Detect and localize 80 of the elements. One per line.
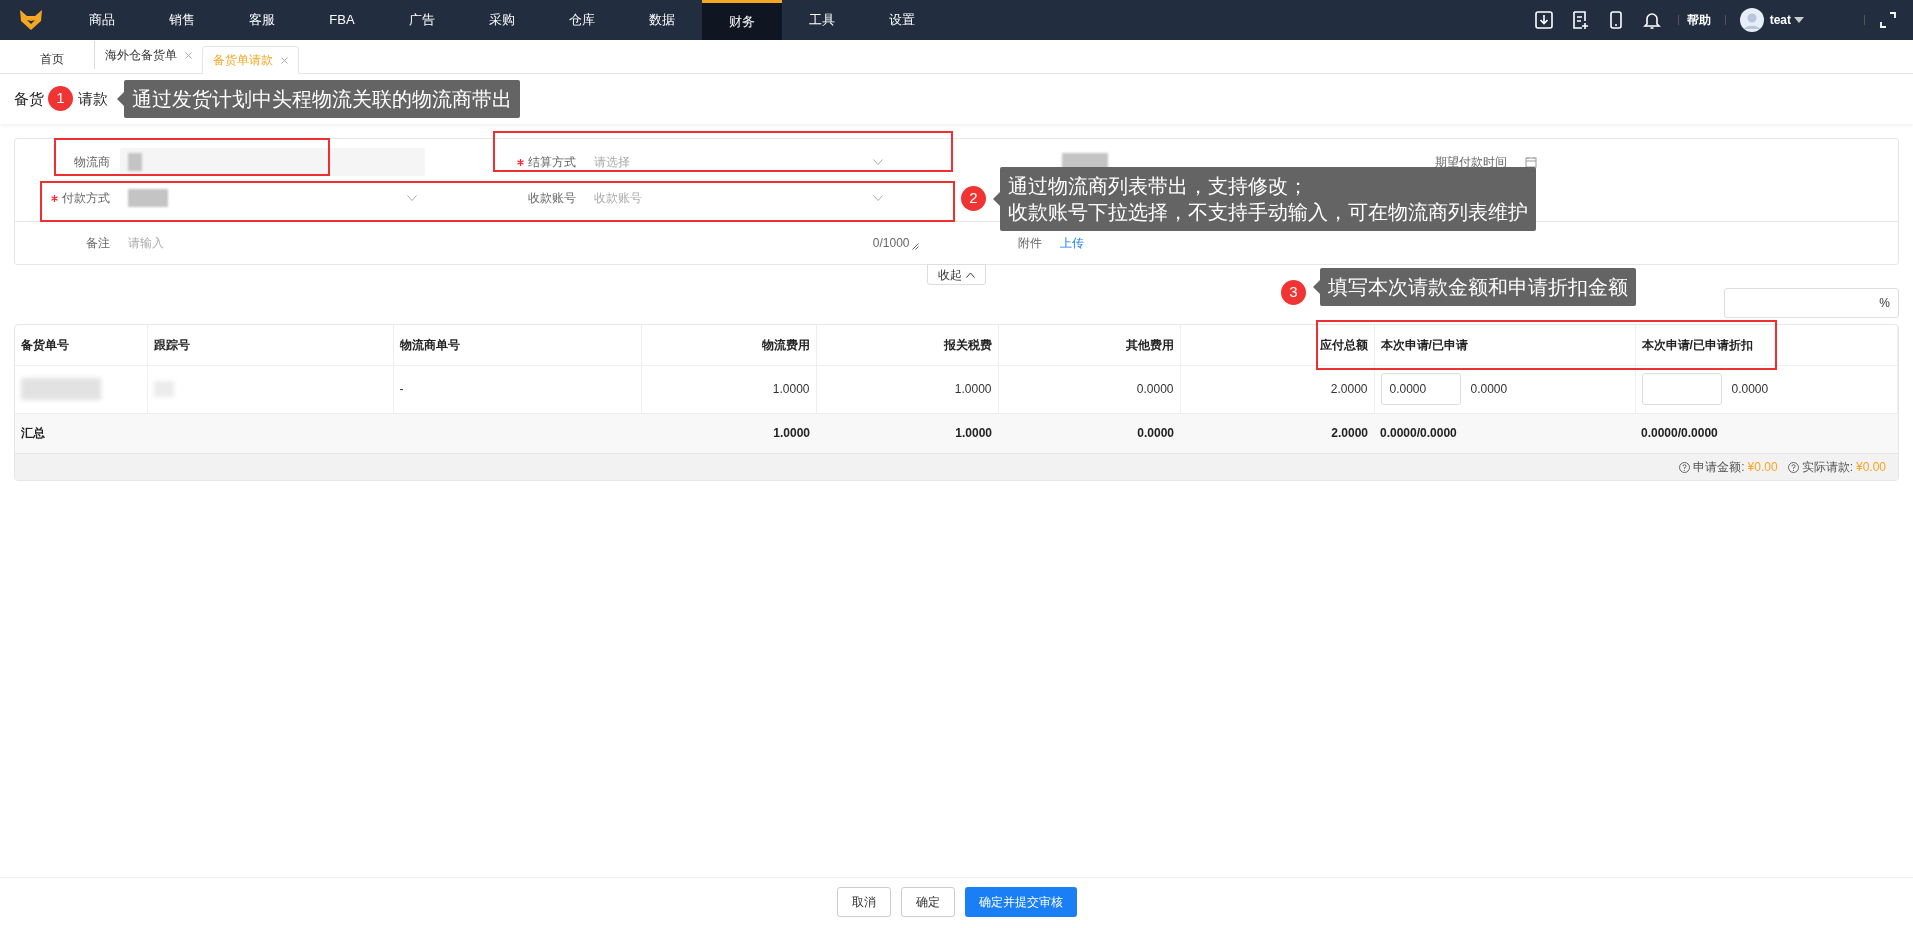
nav-item[interactable]: 客服: [222, 0, 302, 40]
character-counter: 0/1000: [872, 235, 910, 252]
page-title: 请款: [78, 88, 108, 109]
nav-item[interactable]: 设置: [862, 0, 942, 40]
number-badge: 3: [1281, 280, 1306, 305]
summary-cell: 0.0000: [998, 413, 1180, 453]
total-label: 实际请款:: [1801, 459, 1853, 476]
annotation-text: 填写本次请款金额和申请折扣金额: [1328, 275, 1628, 300]
action-button[interactable]: 取消: [836, 886, 891, 917]
annotation-text: 通过物流商列表带出，支持修改； 收款账号下拉选择，不支持手动输入，可在物流商列表维护: [1008, 174, 1528, 225]
column-header: 本次申请/已申请: [1374, 325, 1635, 365]
help-link[interactable]: 帮助: [1686, 11, 1711, 29]
nav-item[interactable]: FBA: [302, 0, 382, 40]
action-button[interactable]: 确定并提交审核: [964, 886, 1077, 917]
input-field[interactable]: [120, 148, 425, 176]
field-label: 结算方式: [527, 154, 576, 171]
field-label: 收款账号: [527, 190, 576, 207]
nav-item[interactable]: 数据: [622, 0, 702, 40]
download-icon[interactable]: [1533, 10, 1554, 30]
field-label: 物流商: [74, 154, 110, 171]
field-label: 附件: [1017, 235, 1042, 252]
column-header: 其他费用: [998, 325, 1180, 365]
fox-logo-icon[interactable]: [19, 9, 43, 31]
number-badge: 1: [48, 86, 73, 111]
chevron-up-icon: [966, 271, 975, 278]
help-icon: [1787, 461, 1799, 473]
ratio-field[interactable]: %: [1724, 288, 1899, 318]
total-amount: ¥0.00: [1855, 459, 1886, 476]
tab[interactable]: 首页: [30, 45, 74, 73]
placeholder-text: 请选择: [593, 154, 631, 171]
collapse-button[interactable]: 收起: [927, 264, 986, 285]
column-header: 报关税费: [816, 325, 998, 365]
resize-handle-icon: [911, 242, 919, 250]
placeholder-text: 收款账号: [593, 190, 643, 207]
action-button[interactable]: 确定: [900, 886, 955, 917]
caret-down-icon: [1794, 16, 1804, 24]
summary-cell: 1.0000: [641, 413, 816, 453]
summary-cell: 0.0000/0.0000: [1374, 413, 1635, 453]
chevron-down-icon: [872, 159, 883, 165]
amount-input[interactable]: 0.0000: [1380, 373, 1461, 405]
placeholder-text: 请输入: [128, 235, 165, 252]
column-header: 物流费用: [641, 325, 816, 365]
help-icon: [1679, 461, 1691, 473]
summary-cell: 0.0000/0.0000: [1635, 413, 1898, 453]
upload-link[interactable]: 上传: [1051, 234, 1092, 252]
chevron-down-icon: [407, 195, 417, 201]
number-badge: 2: [961, 186, 986, 211]
bell-icon[interactable]: [1641, 10, 1662, 30]
textarea-field[interactable]: 请输入 0/1000: [120, 229, 927, 257]
nav-item[interactable]: 财务: [702, 0, 782, 40]
nav-item[interactable]: 采购: [462, 0, 542, 40]
amount-text: 0.0000: [1470, 381, 1508, 398]
summary-cell: 2.0000: [1180, 413, 1374, 453]
nav-item[interactable]: 销售: [142, 0, 222, 40]
nav-item[interactable]: 仓库: [542, 0, 622, 40]
field-label: 期望付款时间: [1435, 154, 1508, 171]
field-label: 备注: [86, 235, 110, 252]
column-header: 本次申请/已申请折扣: [1635, 325, 1898, 365]
user-menu[interactable]: teat: [1769, 11, 1791, 29]
field-label: 付款方式: [62, 190, 110, 207]
avatar-icon[interactable]: [1739, 8, 1764, 32]
nav-item[interactable]: 广告: [382, 0, 462, 40]
amount-input[interactable]: [1641, 373, 1722, 405]
nav-item[interactable]: 商品: [62, 0, 142, 40]
fullscreen-icon[interactable]: [1879, 11, 1897, 29]
calendar-icon: [1525, 156, 1538, 168]
annotation-text: 通过发货计划中头程物流关联的物流商带出: [132, 87, 512, 112]
chevron-down-icon: [872, 195, 883, 201]
nav-item[interactable]: 工具: [782, 0, 862, 40]
percent-suffix: %: [1879, 295, 1890, 312]
column-header: 物流商单号: [393, 325, 641, 365]
summary-cell: 1.0000: [816, 413, 998, 453]
summary-label: 汇总: [15, 413, 641, 453]
amount-text: 0.0000: [1731, 381, 1769, 398]
column-header: 备货单号: [15, 325, 147, 365]
total-label: 申请金额:: [1693, 459, 1745, 476]
column-header: 应付总额: [1180, 325, 1374, 365]
column-header: 跟踪号: [147, 325, 393, 365]
page-title: 备货: [14, 88, 44, 109]
total-amount: ¥0.00: [1747, 459, 1778, 476]
